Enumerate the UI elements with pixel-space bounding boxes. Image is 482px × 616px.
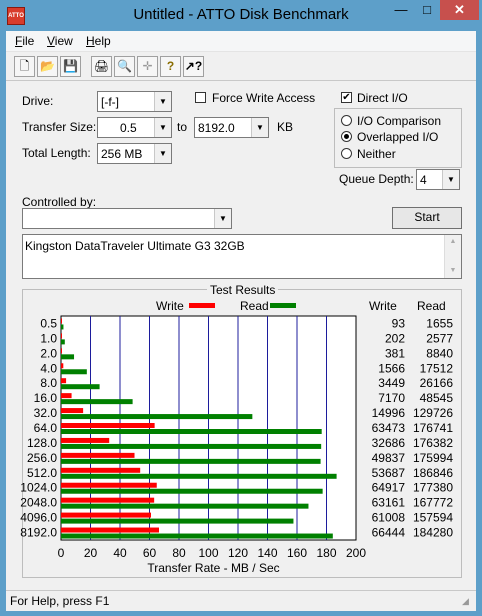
write-value: 64917 xyxy=(372,481,406,495)
read-value: 48545 xyxy=(420,391,454,405)
read-bar xyxy=(61,533,333,539)
y-tick-label: 1024.0 xyxy=(20,481,57,495)
x-tick-label: 120 xyxy=(228,546,248,560)
read-bar xyxy=(61,384,100,390)
x-tick-label: 140 xyxy=(257,546,277,560)
write-bar xyxy=(61,348,62,354)
read-value: 186846 xyxy=(413,466,453,480)
read-bar xyxy=(61,324,64,330)
write-value: 1566 xyxy=(378,361,405,375)
write-bar xyxy=(61,393,72,399)
write-bar xyxy=(61,437,110,443)
write-bar xyxy=(61,482,157,488)
write-bar xyxy=(61,527,160,533)
write-bar xyxy=(61,408,84,414)
y-tick-label: 2.0 xyxy=(40,346,57,360)
y-tick-label: 8192.0 xyxy=(20,526,57,540)
write-bar xyxy=(61,318,62,324)
write-value: 3449 xyxy=(378,376,405,390)
write-bar xyxy=(61,378,67,384)
transfer-rate-chart: 0 20 40 60 80 100 120 140 160 180 200 Transfer Rate… xyxy=(20,315,454,575)
read-bar xyxy=(61,414,253,420)
read-value: 129726 xyxy=(413,406,453,420)
x-axis-label: Transfer Rate - MB / Sec xyxy=(147,561,279,575)
x-tick-label: 40 xyxy=(113,546,127,560)
read-bar xyxy=(61,473,337,479)
write-bar xyxy=(61,423,155,428)
read-value: 176741 xyxy=(413,421,453,435)
x-tick-label: 160 xyxy=(287,546,307,560)
read-bar xyxy=(61,458,321,464)
status-text: For Help, press F1 xyxy=(10,594,110,608)
write-value: 66444 xyxy=(372,526,406,540)
write-bar xyxy=(61,363,64,369)
x-tick-label: 80 xyxy=(172,546,186,560)
read-bar xyxy=(61,488,323,494)
y-tick-label: 128.0 xyxy=(27,436,57,450)
x-tick-label: 100 xyxy=(198,546,218,560)
write-value: 63161 xyxy=(372,496,406,510)
read-value: 8840 xyxy=(426,346,453,360)
y-tick-label: 1.0 xyxy=(40,331,57,345)
write-value: 61008 xyxy=(372,511,406,525)
read-value: 1655 xyxy=(426,316,453,330)
read-value: 17512 xyxy=(420,361,454,375)
write-value: 381 xyxy=(385,346,405,360)
read-value: 2577 xyxy=(426,331,453,345)
write-value: 32686 xyxy=(372,436,406,450)
read-bar xyxy=(61,369,87,375)
y-tick-label: 4096.0 xyxy=(20,511,57,525)
read-bar xyxy=(61,399,133,405)
read-value: 176382 xyxy=(413,436,453,450)
read-bar xyxy=(61,354,75,360)
read-bar xyxy=(61,518,294,524)
write-value: 7170 xyxy=(378,391,405,405)
read-bar xyxy=(61,339,65,345)
x-tick-label: 20 xyxy=(84,546,98,560)
y-tick-label: 4.0 xyxy=(40,361,57,375)
y-tick-label: 64.0 xyxy=(34,421,58,435)
read-bar xyxy=(61,443,322,449)
write-value: 49837 xyxy=(372,451,406,465)
x-tick-label: 0 xyxy=(58,546,65,560)
write-bar xyxy=(61,452,135,458)
write-bar xyxy=(61,467,141,473)
write-value: 93 xyxy=(392,316,406,330)
write-bar xyxy=(61,333,62,339)
y-tick-label: 256.0 xyxy=(27,451,57,465)
read-value: 175994 xyxy=(413,451,453,465)
write-value: 63473 xyxy=(372,421,406,435)
write-value: 53687 xyxy=(372,466,406,480)
x-tick-label: 200 xyxy=(346,546,366,560)
y-tick-label: 16.0 xyxy=(34,391,58,405)
read-value: 167772 xyxy=(413,496,453,510)
write-bar xyxy=(61,497,155,503)
y-tick-label: 32.0 xyxy=(34,406,58,420)
y-tick-label: 2048.0 xyxy=(20,496,57,510)
resize-grip-icon[interactable]: ◢ xyxy=(462,596,474,608)
x-tick-label: 60 xyxy=(143,546,157,560)
y-tick-label: 512.0 xyxy=(27,466,57,480)
read-value: 157594 xyxy=(413,511,453,525)
write-value: 14996 xyxy=(372,406,406,420)
x-tick-label: 180 xyxy=(316,546,336,560)
read-value: 184280 xyxy=(413,526,453,540)
read-bar xyxy=(61,503,309,509)
y-tick-label: 8.0 xyxy=(40,376,57,390)
y-tick-label: 0.5 xyxy=(40,316,57,330)
write-bar xyxy=(61,512,151,518)
read-bar xyxy=(61,429,322,434)
write-value: 202 xyxy=(385,331,405,345)
read-value: 177380 xyxy=(413,481,453,495)
read-value: 26166 xyxy=(420,376,454,390)
